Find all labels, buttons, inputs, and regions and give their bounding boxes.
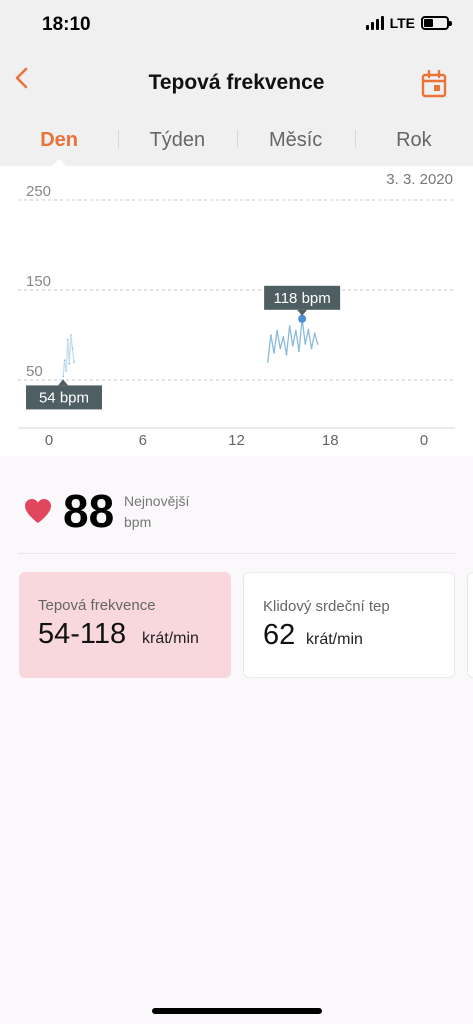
latest-heart-rate: 88 Nejnovější bpm	[0, 484, 473, 552]
data-point	[70, 334, 72, 336]
heart-rate-series-line	[267, 318, 319, 363]
data-point	[65, 370, 67, 372]
x-tick-label: 0	[45, 432, 53, 449]
heart-rate-range-card[interactable]: Tepová frekvence 54-118 krát/min	[19, 572, 231, 678]
latest-heart-rate-value: 88	[63, 485, 115, 537]
data-point	[291, 345, 294, 347]
y-tick-label: 150	[26, 273, 51, 290]
home-indicator	[152, 1008, 322, 1014]
data-point	[62, 375, 64, 378]
card-value: 54-118	[38, 618, 127, 650]
x-tick-label: 0	[420, 432, 428, 449]
tab-month[interactable]: Měsíc	[236, 114, 355, 166]
latest-heart-rate-label: Nejnovější bpm	[124, 491, 189, 533]
latest-label: Nejnovější	[124, 493, 190, 509]
y-tick-label: 250	[26, 183, 51, 200]
tab-year[interactable]: Rok	[354, 114, 473, 166]
heart-icon	[25, 499, 51, 523]
chart-canvas: 50 150 250 0 6 12 18 0 118 bpm 54 bpm	[18, 183, 455, 449]
heart-rate-chart[interactable]: 3. 3. 2020 50 150 250 0 6 12 18 0 118 bpm 54 bpm	[0, 166, 473, 456]
heart-rate-series-line	[62, 334, 75, 377]
divider	[18, 553, 455, 554]
cellular-signal-icon	[365, 16, 384, 30]
card-label: Tepová frekvence	[38, 597, 156, 614]
status-time: 18:10	[42, 14, 91, 35]
card-label: Klidový srdeční tep	[263, 598, 390, 615]
tab-week[interactable]: Týden	[118, 114, 236, 166]
data-point	[282, 336, 285, 338]
data-point	[266, 361, 269, 363]
back-button[interactable]	[10, 64, 38, 96]
data-point	[288, 325, 291, 327]
max-tooltip-pointer	[297, 309, 308, 316]
status-bar: 18:10 LTE	[0, 0, 473, 52]
data-point	[270, 334, 272, 336]
page-title: Tepová frekvence	[148, 71, 325, 94]
x-tick-label: 18	[322, 432, 339, 449]
network-type: LTE	[389, 15, 415, 31]
data-point	[63, 359, 66, 361]
status-indicators: LTE	[365, 15, 452, 31]
tab-day[interactable]: Den	[0, 114, 118, 167]
data-point	[285, 354, 288, 356]
navigation-bar: Tepová frekvence	[0, 52, 473, 114]
min-tooltip-label: 54 bpm	[39, 389, 89, 406]
max-tooltip-label: 118 bpm	[273, 290, 330, 307]
data-point	[295, 329, 297, 332]
data-point	[307, 328, 310, 331]
data-point	[310, 347, 313, 350]
chevron-left-icon	[15, 67, 28, 89]
data-point	[279, 347, 282, 350]
data-point	[71, 347, 74, 350]
x-tick-label: 6	[139, 432, 147, 449]
data-point	[68, 363, 71, 365]
next-card[interactable]	[467, 572, 473, 678]
data-point	[273, 352, 275, 354]
data-point	[66, 338, 69, 341]
data-point	[298, 350, 300, 352]
battery-icon	[421, 16, 452, 30]
max-point-dot	[298, 314, 307, 323]
metric-cards: Tepová frekvence 54-118 krát/min Klidový…	[0, 572, 473, 680]
card-unit: krát/min	[306, 631, 363, 648]
data-point	[73, 361, 75, 363]
data-point	[276, 329, 278, 332]
calendar-button[interactable]	[421, 69, 447, 98]
card-value: 62	[263, 619, 296, 651]
data-point	[316, 343, 319, 345]
card-unit: krát/min	[142, 630, 199, 647]
calendar-icon	[421, 69, 447, 98]
y-tick-label: 50	[26, 363, 43, 380]
bpm-label: bpm	[124, 514, 152, 530]
resting-heart-rate-card[interactable]: Klidový srdeční tep 62 krát/min	[243, 572, 455, 678]
x-tick-label: 12	[228, 432, 245, 449]
content-area: 3. 3. 2020 50 150 250 0 6 12 18 0 118 bpm 54 bpm …	[0, 166, 473, 1024]
data-point	[313, 332, 316, 334]
period-tabs: Den Týden Měsíc Rok	[0, 114, 473, 167]
data-point	[304, 343, 307, 345]
